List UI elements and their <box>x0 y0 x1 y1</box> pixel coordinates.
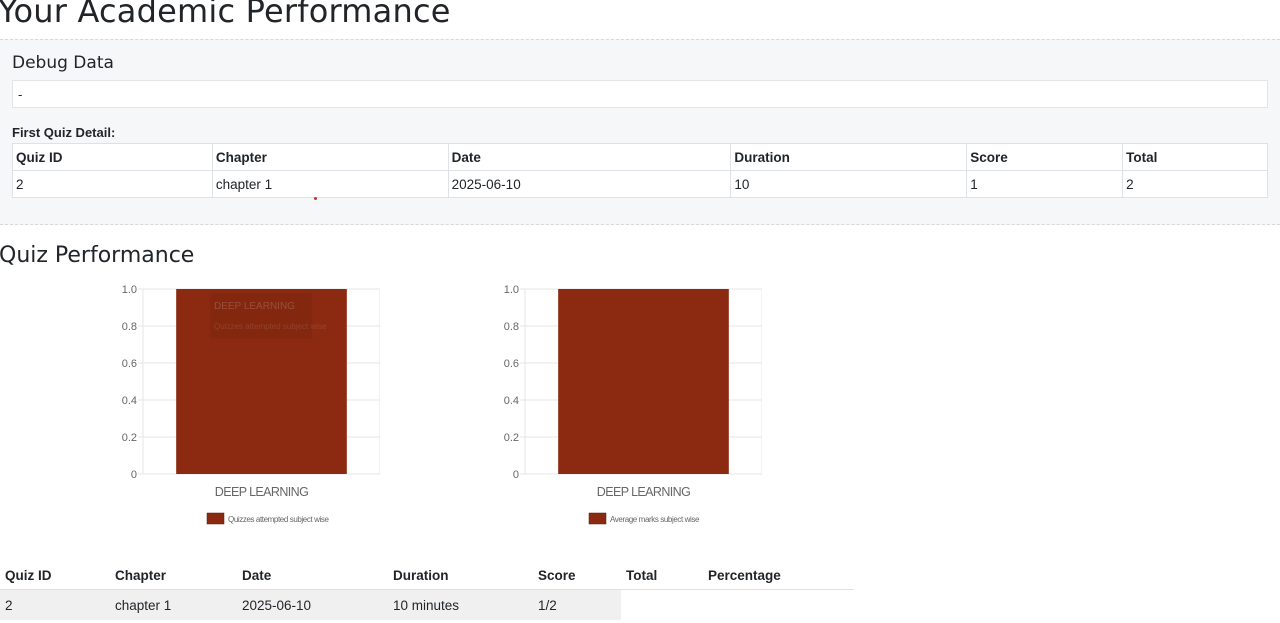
performance-header-row: Quiz ID Chapter Date Duration Score Tota… <box>0 562 854 590</box>
col-duration: Duration <box>730 143 968 171</box>
cell-date: 2025-06-10 <box>237 589 388 620</box>
cursor-dot <box>314 197 317 200</box>
legend-swatch <box>588 512 607 525</box>
cell-score: 1/2 <box>533 589 621 620</box>
tooltip-title: DEEP LEARNING <box>214 301 295 312</box>
debug-panel: Debug Data - First Quiz Detail: Quiz ID … <box>0 39 1280 225</box>
y-tick-label: 1.0 <box>504 284 519 296</box>
cell-duration: 10 <box>730 170 968 198</box>
y-tick-label: 0.6 <box>122 358 137 370</box>
col-percentage: Percentage <box>703 562 854 590</box>
page-title: Your Academic Performance <box>0 0 451 30</box>
y-tick-label: 0.4 <box>122 395 137 407</box>
y-tick-label: 0.2 <box>122 432 137 444</box>
y-tick-label: 0 <box>513 469 519 481</box>
cell-percentage <box>703 590 854 621</box>
y-tick-label: 0.6 <box>504 358 519 370</box>
y-tick-label: 0.8 <box>122 321 137 333</box>
y-tick-label: 0.8 <box>504 321 519 333</box>
cell-score: 1 <box>966 170 1124 198</box>
first-quiz-table: Quiz ID Chapter Date Duration Score Tota… <box>12 143 1268 198</box>
cell-date: 2025-06-10 <box>447 170 732 198</box>
x-tick-label: DEEP LEARNING <box>215 485 308 499</box>
y-tick-label: 0.4 <box>504 395 519 407</box>
performance-table: Quiz ID Chapter Date Duration Score Tota… <box>0 562 854 620</box>
quizzes-attempted-chart-svg: 0 0.2 0.4 0.6 0.8 1.0 DEEP LEARNING Quizzes att… <box>122 284 380 525</box>
y-tick-label: 0 <box>131 469 137 481</box>
quiz-performance-heading: Quiz Performance <box>0 243 195 268</box>
col-total: Total <box>621 562 703 590</box>
col-chapter: Chapter <box>110 562 237 590</box>
average-marks-chart-svg: 0 0.2 0.4 0.6 0.8 1.0 DEEP LEARNING Average mar… <box>504 284 762 525</box>
cell-chapter: chapter 1 <box>110 589 237 620</box>
cell-quiz-id: 2 <box>0 589 110 620</box>
col-total: Total <box>1122 143 1268 171</box>
average-marks-chart: 0 0.2 0.4 0.6 0.8 1.0 DEEP LEARNING Average mar… <box>502 279 762 529</box>
tooltip-label: Quizzes attempted subject wise <box>214 322 327 331</box>
cell-quiz-id: 2 <box>12 170 213 198</box>
col-chapter: Chapter <box>211 143 449 171</box>
x-tick-label: DEEP LEARNING <box>597 485 690 499</box>
legend-swatch <box>206 512 225 525</box>
cell-total <box>621 590 703 621</box>
debug-output: - <box>12 80 1268 108</box>
legend-label: Quizzes attempted subject wise <box>228 515 329 524</box>
table-row: 2 chapter 1 2025-06-10 10 1 2 <box>12 170 1268 198</box>
cell-chapter: chapter 1 <box>211 170 449 198</box>
bar <box>558 289 729 474</box>
col-date: Date <box>447 143 732 171</box>
col-date: Date <box>237 562 388 590</box>
debug-heading: Debug Data <box>12 53 114 73</box>
legend-label: Average marks subject wise <box>610 515 700 524</box>
col-quiz-id: Quiz ID <box>12 143 213 171</box>
col-score: Score <box>533 562 621 590</box>
tooltip-box <box>210 293 312 339</box>
quizzes-attempted-chart: 0 0.2 0.4 0.6 0.8 1.0 DEEP LEARNING Quizzes att… <box>120 279 380 529</box>
cell-total: 2 <box>1122 170 1268 198</box>
col-score: Score <box>966 143 1124 171</box>
col-quiz-id: Quiz ID <box>0 562 110 590</box>
y-tick-label: 0.2 <box>504 432 519 444</box>
first-quiz-label: First Quiz Detail: <box>12 125 116 140</box>
table-row: 2 chapter 1 2025-06-10 10 minutes 1/2 <box>0 589 854 621</box>
col-duration: Duration <box>388 562 533 590</box>
y-tick-label: 1.0 <box>122 284 137 296</box>
first-quiz-header-row: Quiz ID Chapter Date Duration Score Tota… <box>12 143 1268 171</box>
cell-duration: 10 minutes <box>388 589 533 620</box>
